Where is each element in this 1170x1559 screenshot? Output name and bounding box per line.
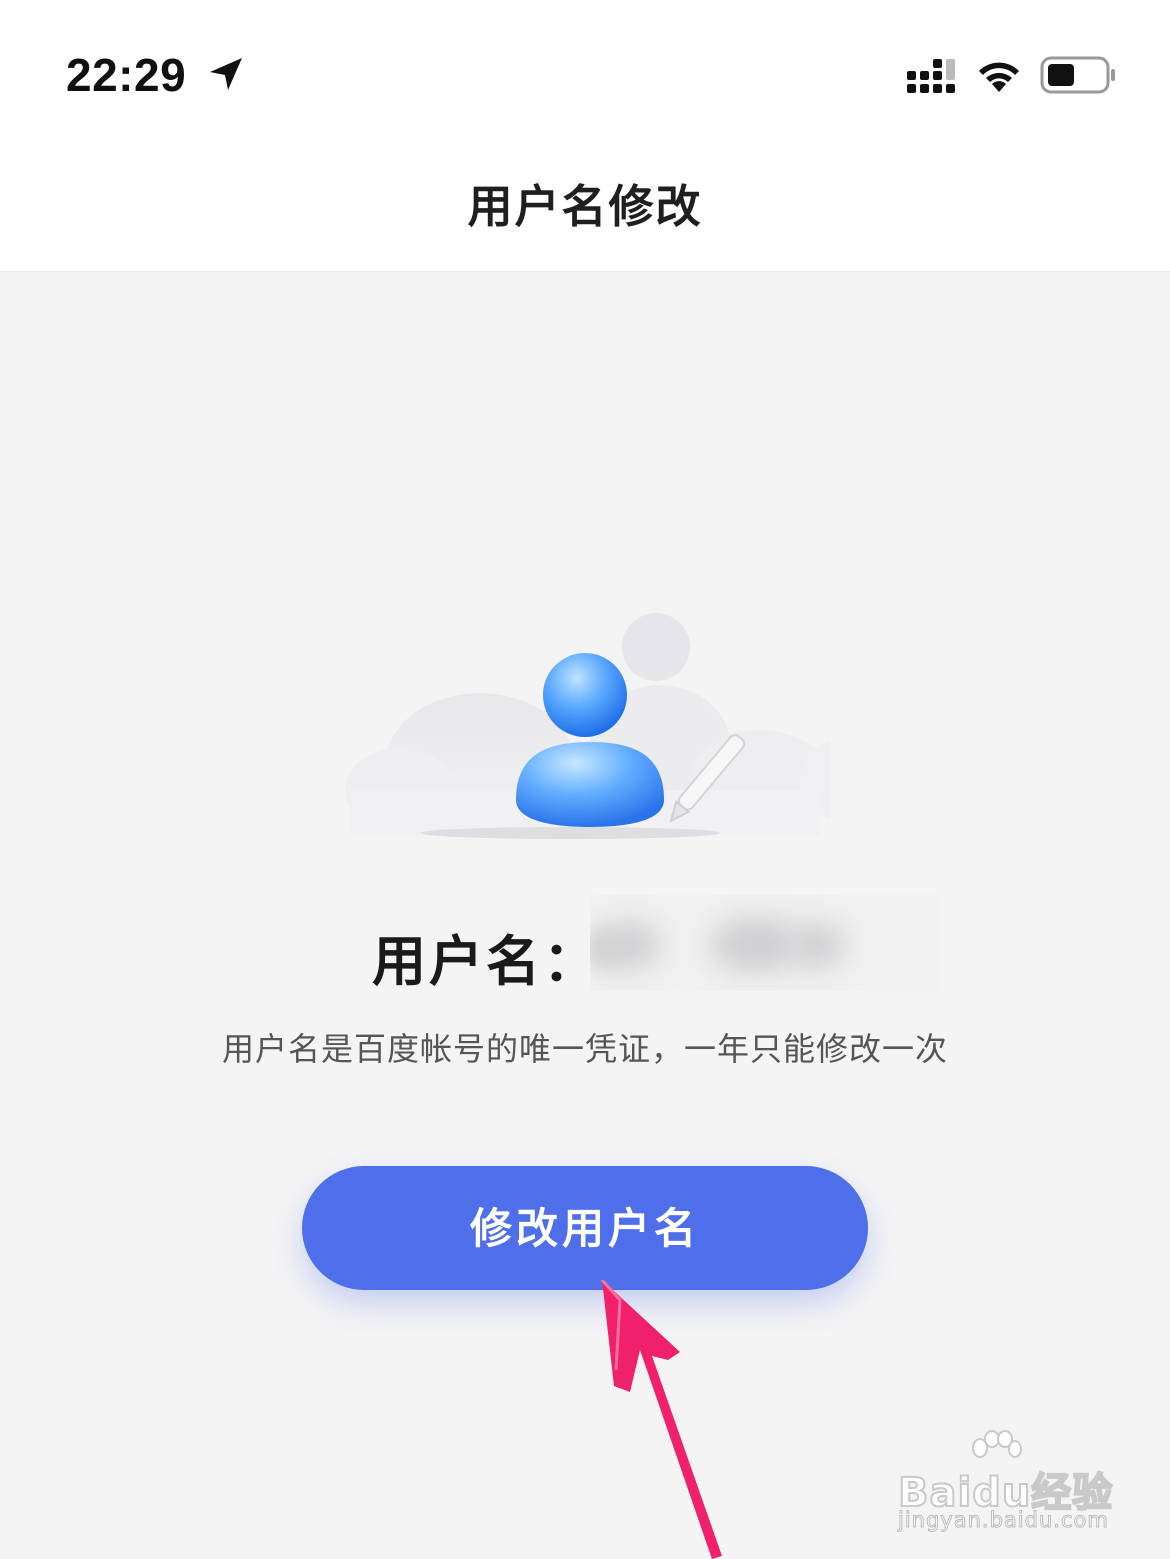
status-bar: 22:29 [0,0,1170,140]
battery-icon [1040,56,1115,94]
username-value-blurred: s [590,895,940,991]
username-row: 用户名： s [0,895,1170,995]
modify-username-button[interactable]: 修改用户名 [302,1166,868,1290]
nav-bar: 用户名修改 [0,140,1170,272]
watermark-sub: jingyan.baidu.com [898,1508,1109,1533]
username-description: 用户名是百度帐号的唯一凭证，一年只能修改一次 [221,1030,948,1068]
wifi-icon [979,62,1019,92]
cellular-signal-icon [907,59,955,93]
baidu-jingyan-watermark: Baidu经验 jingyan.baidu.com [890,1430,1120,1540]
user-edit-illustration [345,613,830,839]
annotation-arrow-icon [600,1280,722,1559]
username-label: 用户名： [372,930,600,993]
location-arrow-icon [210,58,242,90]
page-title: 用户名修改 [467,180,703,233]
modify-username-button-label: 修改用户名 [469,1205,700,1252]
status-time: 22:29 [66,49,187,101]
